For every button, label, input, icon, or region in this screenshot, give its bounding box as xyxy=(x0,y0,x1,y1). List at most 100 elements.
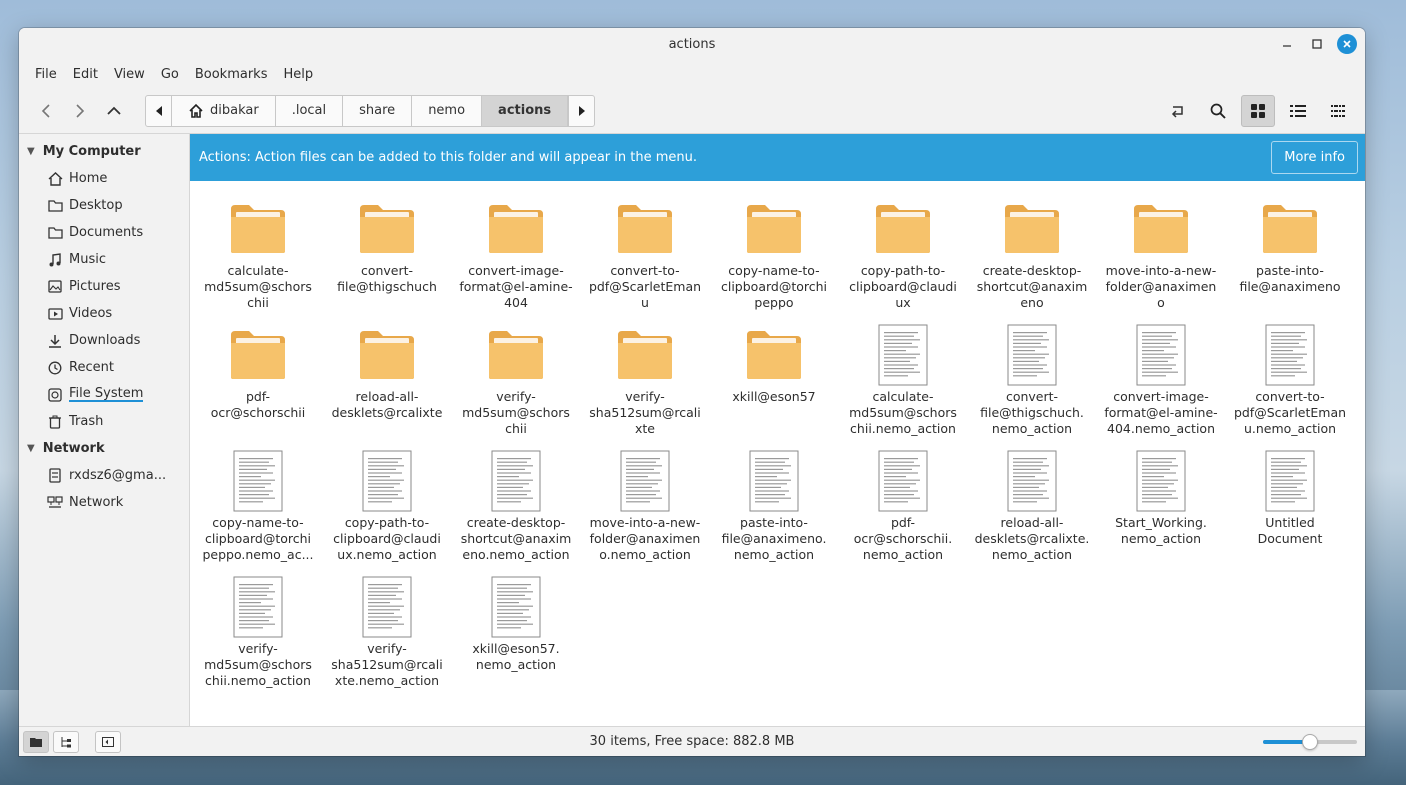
file-item[interactable]: copy-path-to-clipboard@claudi ux.nemo_act… xyxy=(327,449,447,563)
recent-icon xyxy=(47,360,63,376)
file-name-line: ocr@schorschii xyxy=(210,405,306,420)
sidebar-item-network[interactable]: Network xyxy=(19,489,189,516)
sidebar-item-videos[interactable]: Videos xyxy=(19,300,189,327)
folder-item[interactable]: copy-name-to-clipboard@torchi peppo xyxy=(714,197,834,311)
menu-file[interactable]: File xyxy=(27,67,65,82)
file-view[interactable]: Actions: Action files can be added to th… xyxy=(190,134,1365,726)
menu-bookmarks[interactable]: Bookmarks xyxy=(187,67,276,82)
menu-help[interactable]: Help xyxy=(275,67,321,82)
file-item[interactable]: xkill@eson57. nemo_action xyxy=(456,575,576,673)
sidebar-item-recent[interactable]: Recent xyxy=(19,354,189,381)
compact-view-button[interactable] xyxy=(1321,95,1355,127)
crumb-home[interactable]: dibakar xyxy=(172,95,276,126)
text-document-icon xyxy=(484,449,548,513)
folder-icon xyxy=(355,323,419,387)
file-name-label: verify-md5sum@schors chii.nemo_action xyxy=(199,641,317,689)
sidebar-item-music[interactable]: Music xyxy=(19,246,189,273)
file-name-line: create-desktop- xyxy=(466,515,566,530)
file-item[interactable]: Untitled Document xyxy=(1230,449,1350,547)
folder-item[interactable]: paste-into-file@anaximeno xyxy=(1230,197,1350,295)
crumb-nemo[interactable]: nemo xyxy=(412,95,483,126)
folder-item[interactable]: reload-all-desklets@rcalixte xyxy=(327,323,447,421)
file-item[interactable]: Start_Working. nemo_action xyxy=(1101,449,1221,547)
forward-button[interactable] xyxy=(63,95,97,127)
folder-item[interactable]: verify-md5sum@schors chii xyxy=(456,323,576,437)
toggle-sidebar-button[interactable] xyxy=(95,730,121,753)
sidebar-item-pictures[interactable]: Pictures xyxy=(19,273,189,300)
show-tree-button[interactable] xyxy=(53,730,79,753)
sidebar-item-label: Documents xyxy=(69,225,144,240)
folder-item[interactable]: convert-image-format@el-amine- 404 xyxy=(456,197,576,311)
file-name-line: paste-into- xyxy=(1256,263,1324,278)
folder-icon xyxy=(742,197,806,261)
sidebar-header-my-computer[interactable]: ▼ My Computer xyxy=(19,138,189,165)
up-button[interactable] xyxy=(97,95,131,127)
menu-go[interactable]: Go xyxy=(153,67,187,82)
folder-item[interactable]: convert-to-pdf@ScarletEman u xyxy=(585,197,705,311)
file-name-line: Untitled xyxy=(1265,515,1315,530)
minimize-button[interactable] xyxy=(1277,34,1297,54)
menu-view[interactable]: View xyxy=(106,67,153,82)
search-button[interactable] xyxy=(1201,95,1235,127)
folder-item[interactable]: copy-path-to-clipboard@claudi ux xyxy=(843,197,963,311)
path-scroll-left-button[interactable] xyxy=(146,95,172,126)
sidebar-item-trash[interactable]: Trash xyxy=(19,408,189,435)
path-scroll-right-button[interactable] xyxy=(568,95,594,126)
file-item[interactable]: verify-md5sum@schors chii.nemo_action xyxy=(198,575,318,689)
icon-view-button[interactable] xyxy=(1241,95,1275,127)
title-bar[interactable]: actions xyxy=(19,28,1365,60)
sidebar-item-downloads[interactable]: Downloads xyxy=(19,327,189,354)
sidebar-item-desktop[interactable]: Desktop xyxy=(19,192,189,219)
file-name-label: copy-name-to-clipboard@torchi peppo xyxy=(715,263,833,311)
file-name-line: copy-path-to- xyxy=(344,515,430,530)
more-info-button[interactable]: More info xyxy=(1271,141,1358,174)
menu-edit[interactable]: Edit xyxy=(65,67,106,82)
zoom-slider[interactable] xyxy=(1263,734,1357,750)
file-item[interactable]: verify-sha512sum@rcali xte.nemo_action xyxy=(327,575,447,689)
file-item[interactable]: calculate-md5sum@schors chii.nemo_action xyxy=(843,323,963,437)
file-item[interactable]: create-desktop-shortcut@anaxim eno.nemo_a… xyxy=(456,449,576,563)
file-item[interactable]: paste-into-file@anaximeno. nemo_action xyxy=(714,449,834,563)
file-name-line: chii.nemo_action xyxy=(205,673,311,688)
file-item[interactable]: pdf-ocr@schorschii. nemo_action xyxy=(843,449,963,563)
sidebar-header-network[interactable]: ▼ Network xyxy=(19,435,189,462)
triangle-right-icon xyxy=(578,105,585,116)
file-name-line: calculate- xyxy=(872,389,934,404)
file-item[interactable]: reload-all-desklets@rcalixte. nemo_action xyxy=(972,449,1092,563)
folder-item[interactable]: move-into-a-new-folder@anaximen o xyxy=(1101,197,1221,311)
list-view-button[interactable] xyxy=(1281,95,1315,127)
file-item[interactable]: move-into-a-new-folder@anaximen o.nemo_ac… xyxy=(585,449,705,563)
file-name-line: chii xyxy=(247,295,269,310)
file-name-line: move-into-a-new- xyxy=(1105,263,1217,278)
folder-item[interactable]: create-desktop-shortcut@anaxim eno xyxy=(972,197,1092,311)
toggle-location-button[interactable] xyxy=(1161,95,1195,127)
folder-icon xyxy=(1258,197,1322,261)
file-item[interactable]: convert-image-format@el-amine- 404.nemo_a… xyxy=(1101,323,1221,437)
folder-item[interactable]: xkill@eson57 xyxy=(714,323,834,405)
file-item[interactable]: convert-file@thigschuch. nemo_action xyxy=(972,323,1092,437)
zoom-handle[interactable] xyxy=(1302,734,1318,750)
folder-item[interactable]: convert-file@thigschuch xyxy=(327,197,447,295)
file-name-line: reload-all- xyxy=(1000,515,1064,530)
file-name-label: reload-all-desklets@rcalixte. nemo_action xyxy=(973,515,1091,563)
folder-item[interactable]: calculate-md5sum@schors chii xyxy=(198,197,318,311)
folder-item[interactable]: verify-sha512sum@rcali xte xyxy=(585,323,705,437)
crumb-local[interactable]: .local xyxy=(276,95,344,126)
menu-bar: File Edit View Go Bookmarks Help xyxy=(19,60,1365,88)
crumb-share[interactable]: share xyxy=(343,95,413,126)
sidebar-item-remote-server[interactable]: rxdsz6@gma... xyxy=(19,462,189,489)
file-item[interactable]: convert-to-pdf@ScarletEman u.nemo_action xyxy=(1230,323,1350,437)
sidebar-item-home[interactable]: Home xyxy=(19,165,189,192)
close-button[interactable] xyxy=(1337,34,1357,54)
file-name-line: move-into-a-new- xyxy=(589,515,701,530)
folder-item[interactable]: pdf-ocr@schorschii xyxy=(198,323,318,421)
sidebar-item-file-system[interactable]: File System xyxy=(19,381,189,408)
maximize-button[interactable] xyxy=(1307,34,1327,54)
file-name-line: clipboard@torchi xyxy=(720,279,828,294)
sidebar-item-documents[interactable]: Documents xyxy=(19,219,189,246)
show-places-button[interactable] xyxy=(23,730,49,753)
crumb-actions[interactable]: actions xyxy=(482,95,569,126)
file-item[interactable]: copy-name-to-clipboard@torchi peppo.nemo_… xyxy=(198,449,318,563)
back-button[interactable] xyxy=(29,95,63,127)
sidebar-item-label: File System xyxy=(69,386,144,402)
